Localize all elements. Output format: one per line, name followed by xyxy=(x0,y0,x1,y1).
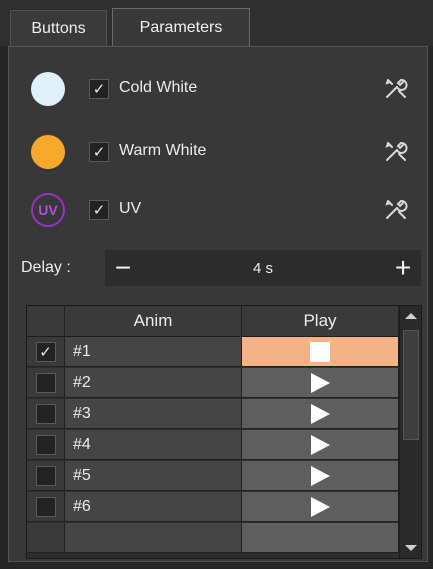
row-select-cell: ✓ xyxy=(27,337,65,367)
row-anim-name: #1 xyxy=(65,337,242,367)
row-anim-name-partial xyxy=(65,523,242,553)
uv-checkbox[interactable]: ✓ xyxy=(89,200,109,220)
table-row: #6 xyxy=(27,492,399,523)
tool-icon[interactable] xyxy=(383,75,409,101)
row-checkbox[interactable] xyxy=(35,372,56,393)
tab-bar: Buttons Parameters xyxy=(0,0,433,46)
row-select-cell xyxy=(27,399,65,429)
stop-icon xyxy=(310,341,330,362)
app-window: Buttons Parameters ✓ Cold White ✓ Warm W… xyxy=(0,0,433,569)
tool-icon[interactable] xyxy=(383,196,409,222)
light-row-warm-white: ✓ Warm White xyxy=(9,126,427,176)
table-row: #2 xyxy=(27,368,399,399)
row-anim-name: #5 xyxy=(65,461,242,491)
row-play-cell[interactable] xyxy=(242,337,399,367)
row-anim-name: #2 xyxy=(65,368,242,398)
delay-increase-button[interactable]: + xyxy=(385,250,421,286)
delay-decrease-button[interactable]: − xyxy=(105,250,141,286)
play-icon xyxy=(310,372,330,393)
row-anim-name: #6 xyxy=(65,492,242,522)
tool-icon[interactable] xyxy=(383,138,409,164)
uv-badge-text: UV xyxy=(38,202,58,218)
uv-label: UV xyxy=(119,200,142,217)
tab-parameters[interactable]: Parameters xyxy=(112,8,250,46)
light-row-uv: UV ✓ UV xyxy=(9,184,427,234)
row-play-cell[interactable] xyxy=(242,461,399,491)
chevron-up-icon xyxy=(405,313,417,319)
row-play-cell[interactable] xyxy=(242,368,399,398)
table-row: #4 xyxy=(27,430,399,461)
header-play[interactable]: Play xyxy=(242,306,399,336)
light-row-cold-white: ✓ Cold White xyxy=(9,63,427,113)
row-play-cell[interactable] xyxy=(242,523,399,553)
play-icon xyxy=(310,496,330,517)
row-play-cell[interactable] xyxy=(242,399,399,429)
row-anim-name: #3 xyxy=(65,399,242,429)
cold-white-label: Cold White xyxy=(119,79,198,96)
table-row: #5 xyxy=(27,461,399,492)
row-select-cell xyxy=(27,430,65,460)
row-play-cell[interactable] xyxy=(242,430,399,460)
chevron-down-icon xyxy=(405,545,417,551)
delay-label: Delay : xyxy=(21,259,71,276)
row-play-cell[interactable] xyxy=(242,492,399,522)
warm-white-checkbox[interactable]: ✓ xyxy=(89,142,109,162)
table-body: ✓ #1 #2 #3 #4 #5 #6 xyxy=(27,337,399,558)
play-icon xyxy=(310,403,330,424)
table-row: ✓ #1 xyxy=(27,337,399,368)
cold-white-checkbox[interactable]: ✓ xyxy=(89,79,109,99)
animation-table: Anim Play ✓ #1 #2 #3 #4 #5 #6 xyxy=(26,305,422,559)
parameters-panel: ✓ Cold White ✓ Warm White UV ✓ UV Delay … xyxy=(8,46,428,562)
play-icon xyxy=(310,434,330,455)
row-select-cell xyxy=(27,492,65,522)
table-row-partial xyxy=(27,523,399,554)
scroll-up-button[interactable] xyxy=(400,306,421,326)
delay-value[interactable]: 4 s xyxy=(141,250,385,286)
vertical-scrollbar[interactable] xyxy=(399,306,421,558)
warm-white-color-swatch[interactable] xyxy=(31,135,65,169)
scroll-down-button[interactable] xyxy=(400,538,421,558)
row-select-cell xyxy=(27,523,65,553)
row-checkbox[interactable] xyxy=(35,465,56,486)
cold-white-color-swatch[interactable] xyxy=(31,72,65,106)
row-select-cell xyxy=(27,461,65,491)
row-checkbox[interactable] xyxy=(35,496,56,517)
header-select xyxy=(27,306,65,336)
table-row: #3 xyxy=(27,399,399,430)
uv-color-swatch[interactable]: UV xyxy=(31,193,65,227)
tab-buttons[interactable]: Buttons xyxy=(10,10,107,46)
play-icon xyxy=(310,465,330,486)
row-checkbox[interactable] xyxy=(35,403,56,424)
table-header: Anim Play xyxy=(27,306,399,337)
delay-stepper: − 4 s + xyxy=(105,250,421,286)
warm-white-label: Warm White xyxy=(119,142,207,159)
row-select-cell xyxy=(27,368,65,398)
scroll-thumb[interactable] xyxy=(403,330,419,440)
row-anim-name: #4 xyxy=(65,430,242,460)
header-anim[interactable]: Anim xyxy=(65,306,242,336)
row-checkbox[interactable]: ✓ xyxy=(35,341,56,362)
row-checkbox[interactable] xyxy=(35,434,56,455)
